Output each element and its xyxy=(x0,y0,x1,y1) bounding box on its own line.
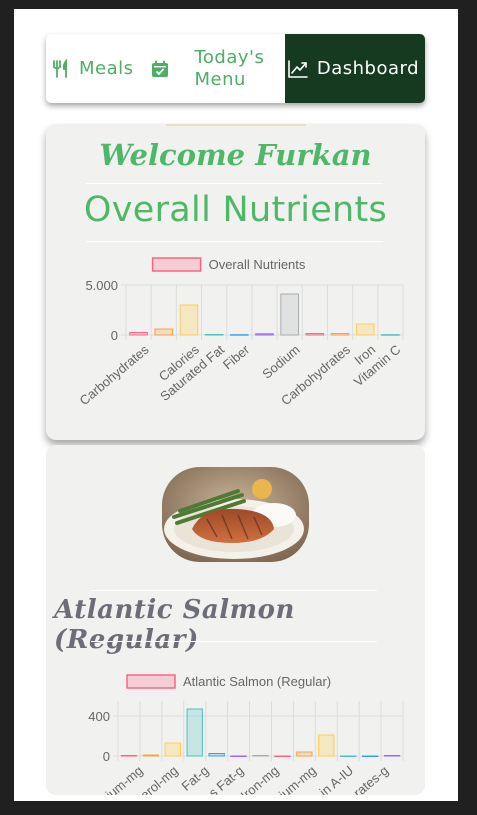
chart-bar xyxy=(129,332,148,336)
x-tick-label: Sodium xyxy=(259,342,302,382)
x-tick-label: Carbohydrates xyxy=(77,341,152,408)
overall-nutrients-card: Welcome Furkan Overall Nutrients Overall… xyxy=(46,124,425,440)
nav-todays-menu-label-line2: Menu xyxy=(194,68,246,90)
nav-todays-menu-label: Today's Menu xyxy=(194,47,264,91)
chart-bar xyxy=(330,333,350,336)
chart-bar xyxy=(179,304,199,336)
y-tick-label: 0 xyxy=(111,328,118,343)
nav-meals[interactable]: Meals xyxy=(46,34,146,103)
chart-bar xyxy=(340,755,357,757)
chart-bar xyxy=(204,334,224,336)
x-tick-label: in A-IU xyxy=(317,763,357,795)
top-nav: Meals Today's Menu Dashboard xyxy=(46,34,425,103)
calendar-icon xyxy=(150,59,170,79)
chart-bar xyxy=(383,755,401,757)
chart-bar xyxy=(186,708,203,757)
chart-bar xyxy=(274,755,291,757)
chart-bar xyxy=(318,734,335,757)
x-tick-label: ium-mg xyxy=(276,763,319,795)
chart-bar xyxy=(280,293,299,336)
x-tick-label: Iron-mg xyxy=(238,763,282,795)
y-tick-label: 400 xyxy=(88,709,110,724)
chart-bar xyxy=(252,755,269,757)
chart-bar xyxy=(154,328,174,336)
y-tick-label: 5.000 xyxy=(85,278,118,293)
legend-swatch xyxy=(126,674,176,689)
chart-bar xyxy=(255,333,274,336)
trending-chart-icon xyxy=(287,59,309,79)
y-tick-label: 0 xyxy=(103,749,110,764)
utensils-icon xyxy=(51,58,71,79)
chart-bar xyxy=(305,333,325,336)
nav-todays-menu[interactable]: Today's Menu xyxy=(146,34,284,103)
app-viewport: Meals Today's Menu Dashboard Welcome Fur… xyxy=(14,9,458,801)
food-nutrients-chart: Atlantic Salmon (Regular) 400 0 ium-mg terol… xyxy=(88,674,404,795)
chart-bar xyxy=(208,753,225,757)
legend-label: Overall Nutrients xyxy=(209,257,306,272)
x-tick-label: terol-mg xyxy=(135,763,181,795)
chart-bar xyxy=(230,334,249,336)
chart-bar xyxy=(361,755,379,757)
x-tick-label: rates-g xyxy=(351,763,392,795)
nav-meals-label: Meals xyxy=(79,58,134,79)
x-tick-label: Fiber xyxy=(220,341,253,372)
chart-bar xyxy=(120,755,138,757)
nav-dashboard[interactable]: Dashboard xyxy=(284,34,425,103)
chart-bar xyxy=(355,323,375,336)
nav-todays-menu-label-line1: Today's xyxy=(194,46,265,68)
chart-bar xyxy=(381,334,400,336)
chart-bar xyxy=(164,742,181,757)
chart-bar xyxy=(230,755,247,757)
chart-bar xyxy=(296,751,313,757)
overall-nutrients-chart: Overall Nutrients5.0000Carbohydrates Calo… xyxy=(77,257,404,408)
legend-label: Atlantic Salmon (Regular) xyxy=(183,674,331,689)
nav-dashboard-label: Dashboard xyxy=(316,58,419,79)
chart-bar xyxy=(142,754,160,757)
food-card: Atlantic Salmon (Regular) Atlantic Salmo… xyxy=(46,445,425,795)
legend-swatch xyxy=(151,257,202,272)
